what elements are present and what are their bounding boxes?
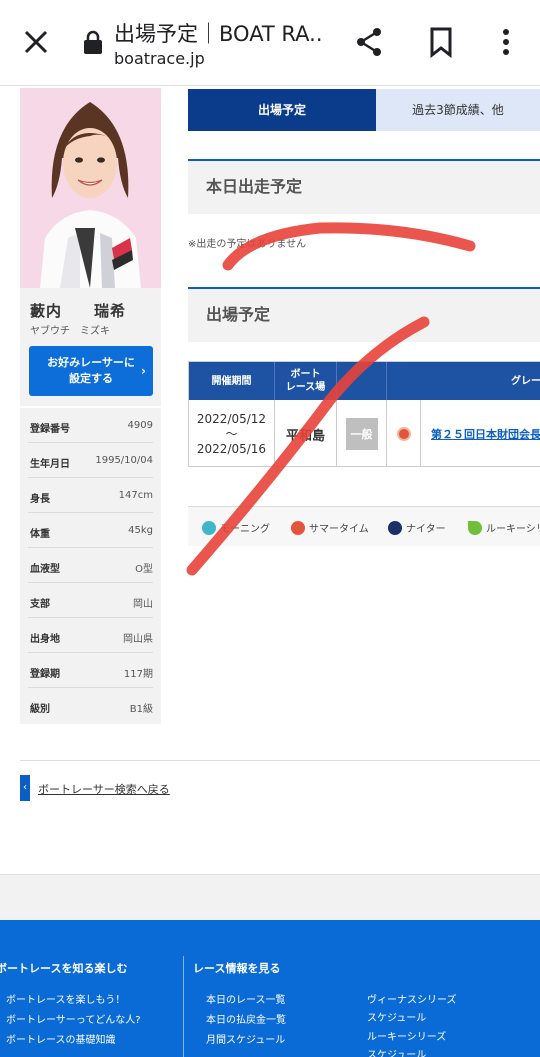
icon-legend: モーニング サマータイム ナイター ルーキーシリーズ: [188, 506, 540, 546]
tab-past-results[interactable]: 過去3節成績、他: [376, 89, 540, 131]
profile-row: 生年月日 1995/10/04: [28, 443, 153, 478]
profile-row: 級別 B1級: [28, 688, 153, 723]
profile-value: 岡山: [133, 599, 153, 610]
profile-row: 登録期 117期: [28, 653, 153, 688]
summertime-icon: [291, 520, 305, 535]
no-race-note: ※出走の予定はありません: [188, 239, 307, 250]
racer-name: 藪内 瑞希: [30, 302, 127, 320]
column-period: 開催期間: [189, 362, 275, 400]
profile-row: 身長 147cm: [28, 478, 153, 513]
profile-value: 117期: [123, 669, 153, 680]
footer-link[interactable]: 月間スケジュール: [206, 1031, 285, 1046]
page-title: 出場予定｜BOAT RA...: [114, 22, 324, 46]
legend-label: ルーキーシリーズ: [486, 524, 540, 535]
profile-row: 出身地 岡山県: [28, 618, 153, 653]
footer-heading-race-info: レース情報を見る: [193, 962, 281, 975]
schedule-table-header: 開催期間 ボート レース場 グレー: [189, 362, 540, 400]
profile-row: 登録番号 4909: [28, 408, 153, 443]
footer-link[interactable]: ルーキーシリーズ: [367, 1028, 446, 1043]
schedule-heading: 出場予定: [188, 287, 540, 342]
legend-label: ナイター: [406, 524, 446, 535]
legend-item: サマータイム: [291, 520, 369, 535]
footer-link[interactable]: 本日の払戻金一覧: [206, 1011, 286, 1026]
footer-link[interactable]: 本日のレース一覧: [206, 991, 286, 1006]
racer-kana: ヤブウチ ミズキ: [30, 326, 110, 337]
today-heading: 本日出走予定: [188, 159, 540, 214]
footer-divider: [183, 956, 184, 1057]
profile-row: 支部 岡山: [28, 583, 153, 618]
profile-value: O型: [135, 564, 153, 575]
column-type: [387, 362, 421, 400]
period-start: 2022/05/12: [196, 411, 267, 426]
page-url[interactable]: boatrace.jp: [114, 49, 205, 68]
nighter-icon: [388, 520, 402, 535]
cell-period: 2022/05/12 ～ 2022/05/16: [189, 400, 275, 466]
favorite-button-label: お好みレーサーに 設定する: [47, 356, 135, 385]
share-icon[interactable]: [353, 26, 385, 58]
footer-link[interactable]: スケジュール: [367, 1009, 426, 1024]
racer-tabs: 出場予定 過去3節成績、他: [188, 89, 540, 131]
set-favorite-racer-button[interactable]: お好みレーサーに 設定する ›: [29, 346, 153, 396]
close-icon[interactable]: [20, 26, 52, 58]
cell-grade: 一般: [337, 400, 387, 466]
profile-value: 45kg: [128, 525, 153, 536]
more-vert-icon[interactable]: [496, 26, 516, 58]
profile-label: 級別: [30, 704, 50, 715]
footer-link[interactable]: ボートレースの基礎知識: [6, 1031, 116, 1046]
schedule-table: 開催期間 ボート レース場 グレー 2022/05/12 ～ 2022/05/1…: [188, 361, 540, 467]
column-race-name: グレー: [511, 375, 540, 387]
profile-value: 147cm: [118, 490, 153, 501]
chevron-left-icon: ‹: [20, 775, 30, 801]
cell-race-name: 第２５回日本財団会長: [421, 400, 540, 466]
footer-link[interactable]: ボートレースを楽しもう！: [6, 991, 125, 1006]
tab-schedule[interactable]: 出場予定: [188, 89, 376, 131]
profile-row: 体重 45kg: [28, 513, 153, 548]
period-end: 2022/05/16: [196, 441, 267, 456]
footer-link[interactable]: スケジュール: [367, 1046, 426, 1057]
column-venue: ボート レース場: [275, 362, 337, 400]
browser-toolbar: 出場予定｜BOAT RA... boatrace.jp: [0, 0, 540, 86]
profile-value: 1995/10/04: [95, 455, 153, 466]
legend-label: サマータイム: [309, 524, 369, 535]
cell-type: [387, 400, 421, 466]
footer-heading-learn: ボートレースを知る楽しむ: [0, 962, 128, 975]
legend-item: ナイター: [388, 520, 446, 535]
legend-label: モーニング: [220, 524, 270, 535]
racer-portrait-image: [20, 88, 161, 288]
racer-photo: [20, 88, 161, 288]
profile-label: 出身地: [30, 634, 60, 645]
profile-label: 登録期: [30, 669, 60, 680]
profile-row: 血液型 O型: [28, 548, 153, 583]
profile-label: 支部: [30, 599, 50, 610]
rookie-icon: [468, 520, 482, 535]
chevron-right-icon: ›: [141, 364, 146, 378]
cell-venue: 平和島: [275, 400, 337, 466]
profile-label: 体重: [30, 529, 50, 540]
footer-link[interactable]: ヴィーナスシリーズ: [367, 991, 457, 1006]
back-link-label: ボートレーサー検索へ戻る: [38, 783, 170, 796]
profile-value: B1級: [129, 704, 153, 715]
section-divider: [20, 760, 540, 761]
bookmark-icon[interactable]: [428, 26, 454, 58]
site-footer: ボートレースを知る楽しむ ボートレースを楽しもう！ ボートレーサーってどんな人?…: [0, 920, 540, 1057]
lock-icon: [84, 30, 102, 54]
profile-value: 岡山県: [123, 634, 153, 645]
footer-spacer: [0, 874, 540, 920]
legend-item: ルーキーシリーズ: [468, 520, 540, 535]
legend-item: モーニング: [202, 520, 270, 535]
profile-value: 4909: [127, 420, 153, 431]
profile-label: 登録番号: [30, 424, 70, 435]
racer-profile-table: 登録番号 4909 生年月日 1995/10/04 身長 147cm 体重 45kg 血…: [20, 408, 161, 724]
race-name-link[interactable]: 第２５回日本財団会長: [431, 426, 540, 442]
footer-link[interactable]: ボートレーサーってどんな人?: [6, 1011, 141, 1026]
profile-label: 身長: [30, 494, 50, 505]
summertime-icon: [396, 427, 411, 441]
period-separator: ～: [225, 426, 238, 441]
profile-label: 血液型: [30, 564, 60, 575]
morning-icon: [202, 520, 216, 535]
profile-label: 生年月日: [30, 459, 70, 470]
column-grade: [337, 362, 387, 400]
grade-badge: 一般: [345, 418, 378, 450]
